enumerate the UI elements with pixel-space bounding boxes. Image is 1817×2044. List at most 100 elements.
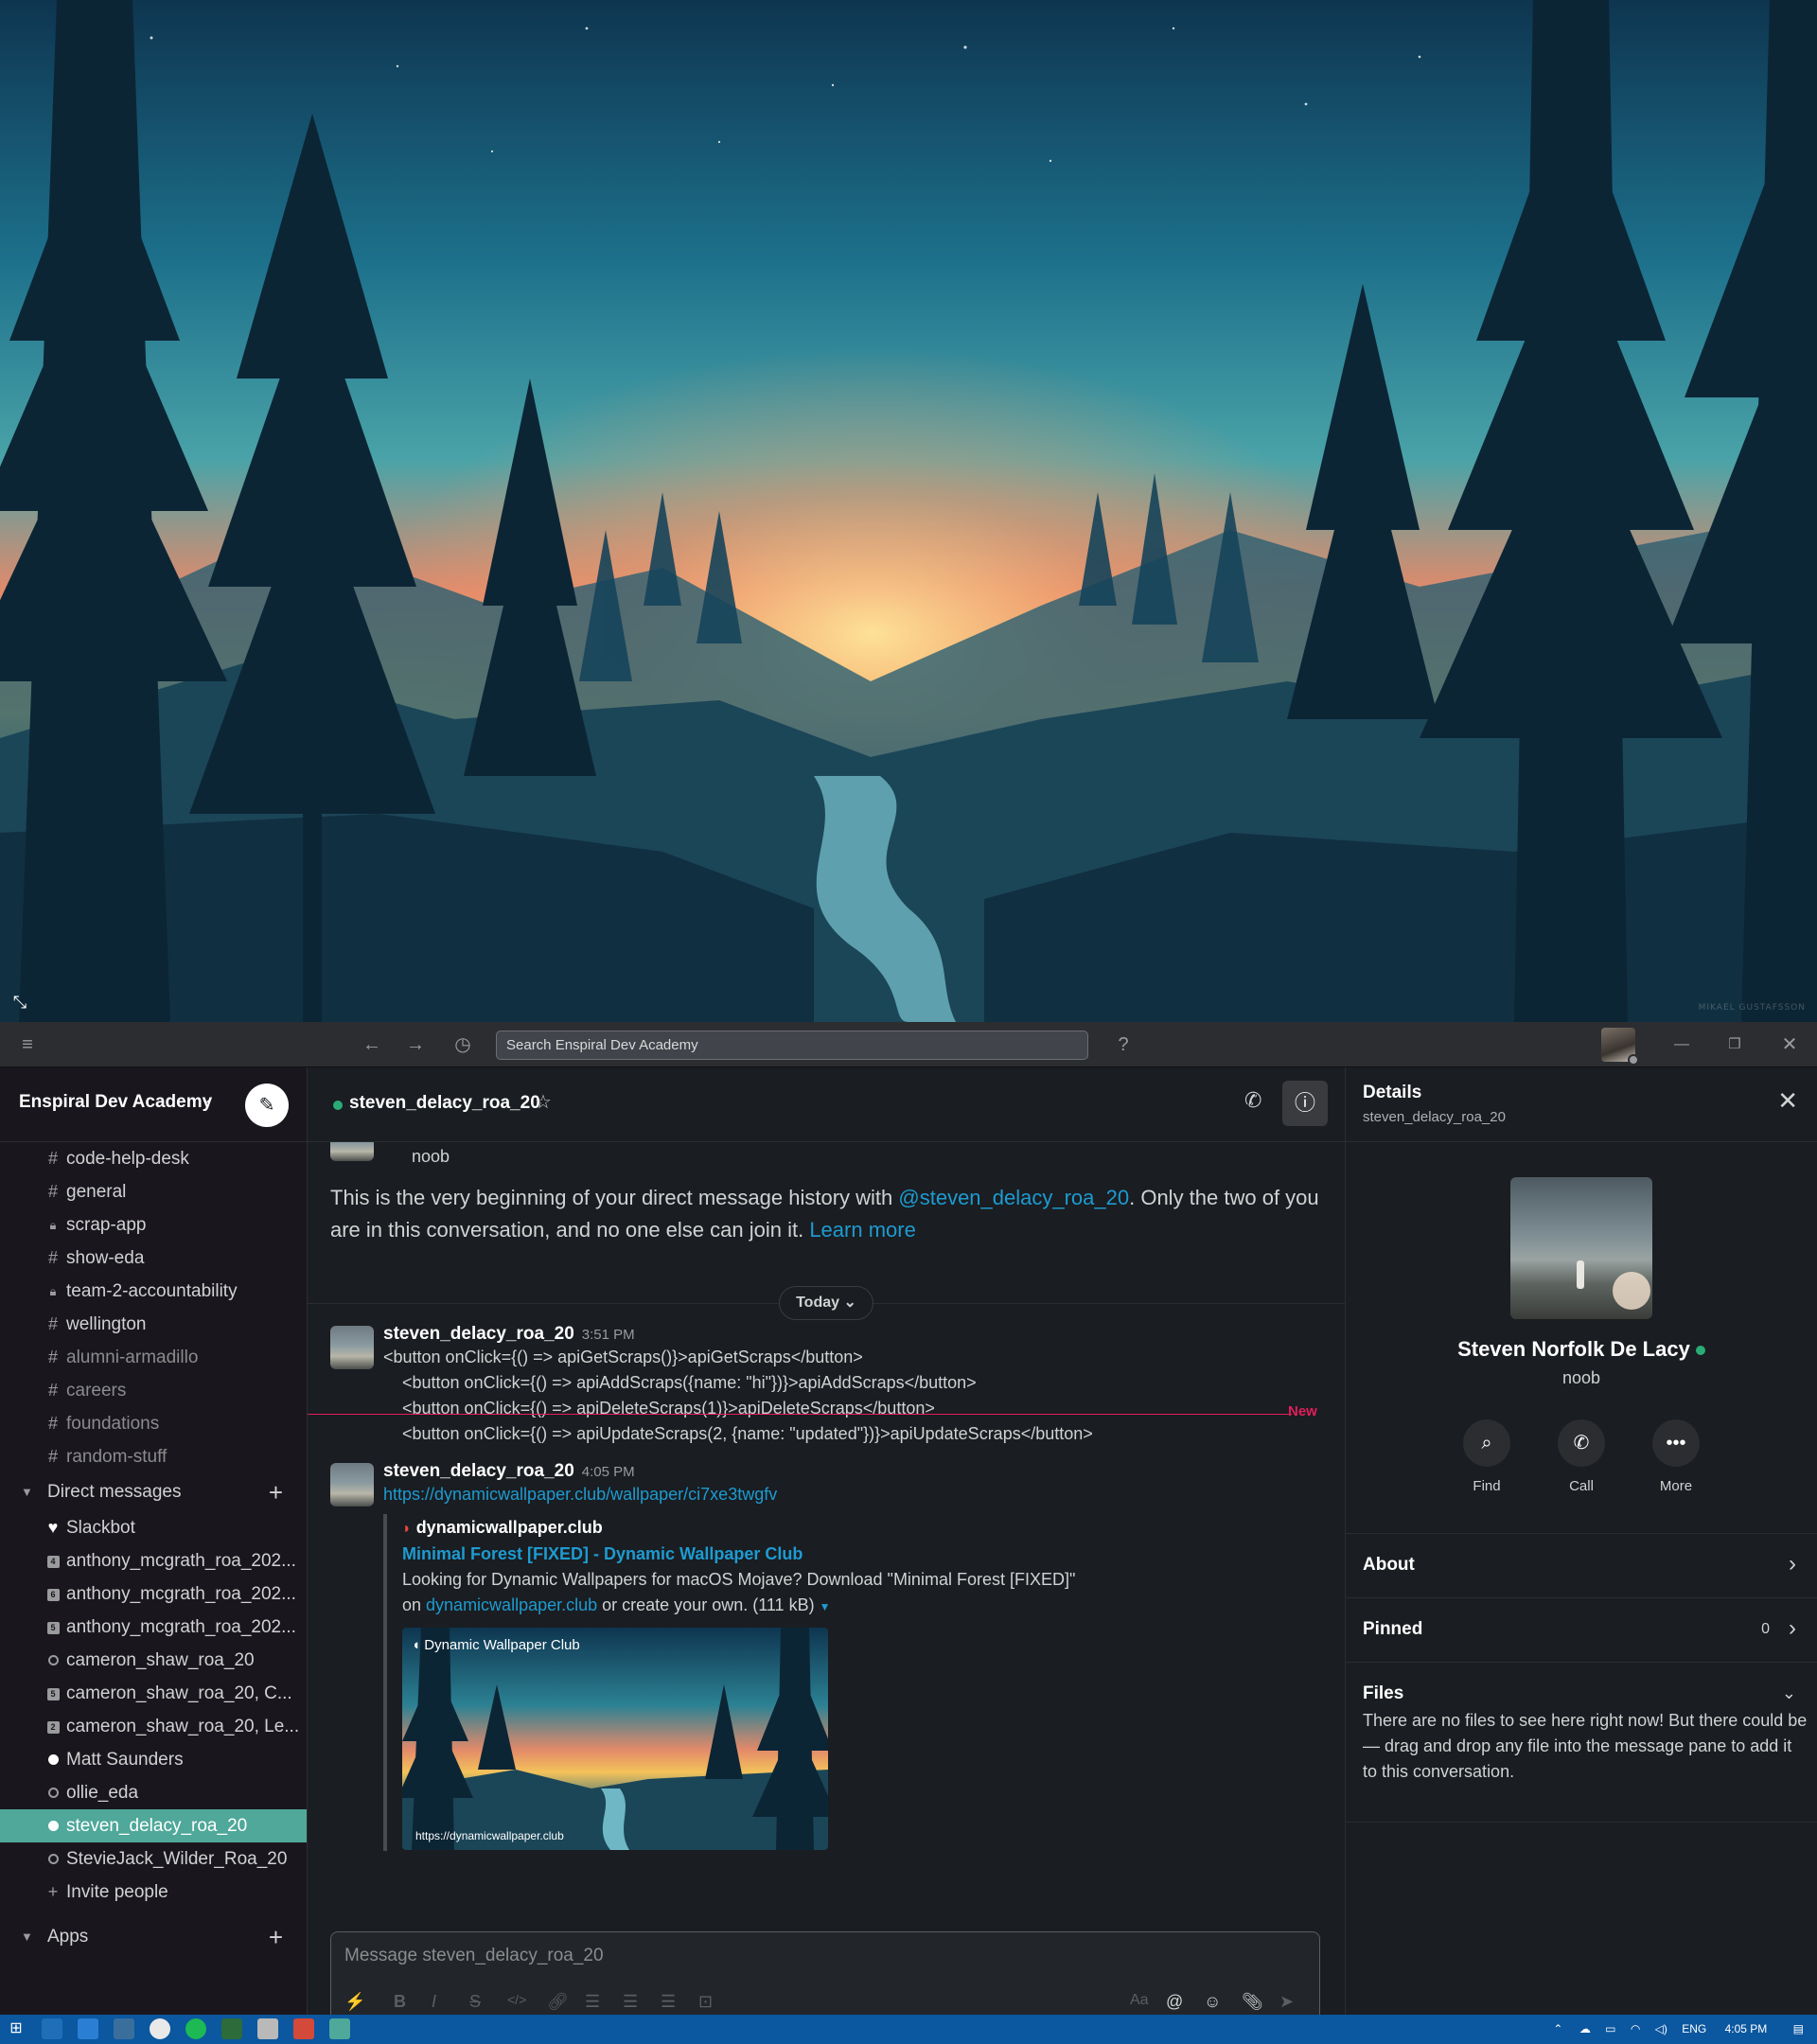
vscode-icon[interactable] (78, 2018, 98, 2039)
sidebar-item-dm[interactable]: StevieJack_Wilder_Roa_20 (0, 1842, 307, 1876)
formatting-icon[interactable]: Aa (1130, 1992, 1149, 2009)
sidebar-item-dm[interactable]: 2 cameron_shaw_roa_20, Le... (0, 1710, 307, 1743)
star-icon[interactable]: ☆ (535, 1090, 552, 1114)
unfurl-desc-link[interactable]: dynamicwallpaper.club (426, 1595, 597, 1614)
chevron-up-icon[interactable]: ⌃ (1553, 2022, 1562, 2035)
sidebar-item-dm[interactable]: steven_delacy_roa_20 (0, 1809, 307, 1842)
chrome-icon[interactable] (150, 2018, 170, 2039)
phone-icon[interactable]: ✆ (1244, 1088, 1261, 1113)
search-input[interactable]: Search Enspiral Dev Academy (496, 1031, 1088, 1060)
learn-more-link[interactable]: Learn more (809, 1218, 916, 1242)
minimize-icon[interactable]: — (1667, 1022, 1696, 1067)
unfurl-title[interactable]: Minimal Forest [FIXED] - Dynamic Wallpap… (402, 1542, 1084, 1567)
compose-button[interactable]: ✎ (245, 1084, 289, 1127)
message-input[interactable]: Message steven_delacy_roa_20 (344, 1946, 604, 1966)
chevron-down-icon[interactable]: ⌄ (201, 1091, 212, 1107)
message-author[interactable]: steven_delacy_roa_20 (383, 1324, 574, 1344)
workspace-header[interactable]: Enspiral Dev Academy ⌄ ✎ (0, 1067, 307, 1142)
files-section[interactable]: Files ⌄ There are no files to see here r… (1346, 1662, 1817, 1823)
help-icon[interactable]: ? (1109, 1022, 1138, 1067)
collapse-icon[interactable]: ⤡ (9, 992, 30, 1013)
caret-down-icon[interactable]: ▼ (820, 1600, 831, 1613)
user-mention[interactable]: @steven_delacy_roa_20 (898, 1186, 1129, 1209)
language-indicator[interactable]: ENG (1682, 2022, 1706, 2035)
about-row[interactable]: About › (1346, 1533, 1817, 1597)
sidebar-item-channel[interactable]: # code-help-desk (0, 1142, 307, 1175)
unfurl-image[interactable]: ◖ Dynamic Wallpaper Club https://dynamic… (402, 1628, 828, 1850)
sidebar-item-channel[interactable]: # careers (0, 1374, 307, 1407)
forward-icon[interactable]: → (401, 1022, 430, 1067)
ordered-list-icon[interactable]: ☰ (585, 1992, 600, 2012)
italic-icon[interactable]: I (432, 1992, 436, 2012)
back-icon[interactable]: ← (358, 1022, 386, 1067)
sidebar-item-dm[interactable]: cameron_shaw_roa_20 (0, 1644, 307, 1677)
sidebar-item-dm[interactable]: ♥ Slackbot (0, 1511, 307, 1544)
workspace-name[interactable]: Enspiral Dev Academy (19, 1092, 212, 1113)
sidebar-item-channel[interactable]: # random-stuff (0, 1440, 307, 1473)
link-icon[interactable]: 🔗︎ (547, 1992, 569, 2012)
message-time[interactable]: 3:51 PM (582, 1327, 635, 1343)
attachment-icon[interactable]: 📎︎ (1242, 1992, 1263, 2012)
sidebar-item-dm[interactable]: Matt Saunders (0, 1743, 307, 1776)
avatar[interactable] (330, 1463, 374, 1507)
sidebar-item-channel[interactable]: # foundations (0, 1407, 307, 1440)
app-icon[interactable] (114, 2018, 134, 2039)
add-dm-button[interactable]: + (269, 1473, 283, 1511)
code-block-icon[interactable]: ⊡ (698, 1992, 713, 2012)
apps-section-header[interactable]: ▼ Apps + (0, 1918, 307, 1956)
sidebar-item-dm[interactable]: ollie_eda (0, 1776, 307, 1809)
user-avatar[interactable] (1601, 1028, 1639, 1066)
windows-start-icon[interactable]: ⊞ (6, 2018, 26, 2039)
git-client-icon[interactable] (221, 2018, 242, 2039)
sidebar-item-channel[interactable]: 🔒︎ team-2-accountability (0, 1275, 307, 1308)
message-author[interactable]: steven_delacy_roa_20 (383, 1461, 574, 1481)
sidebar-item-channel[interactable]: # show-eda (0, 1242, 307, 1275)
sidebar-item-dm[interactable]: 4 anthony_mcgrath_roa_202... (0, 1544, 307, 1577)
shortcuts-icon[interactable]: ⚡ (344, 1992, 365, 2012)
invite-people-item[interactable]: + Invite people (0, 1876, 307, 1909)
app-icon[interactable] (293, 2018, 314, 2039)
sidebar-item-channel[interactable]: # general (0, 1175, 307, 1208)
bold-icon[interactable]: B (394, 1992, 406, 2012)
pinned-row[interactable]: Pinned 0 › (1346, 1597, 1817, 1662)
sidebar-item-channel[interactable]: 🔒︎ scrap-app (0, 1208, 307, 1242)
info-icon[interactable]: ⓘ (1282, 1081, 1328, 1126)
sidebar-item-dm[interactable]: 5 anthony_mcgrath_roa_202... (0, 1611, 307, 1644)
sidebar-item-dm[interactable]: 5 cameron_shaw_roa_20, C... (0, 1677, 307, 1710)
restore-icon[interactable]: ❐ (1720, 1022, 1749, 1067)
close-icon[interactable]: ✕ (1777, 1086, 1798, 1116)
slack-icon[interactable] (329, 2018, 350, 2039)
caret-down-icon[interactable]: ▼ (21, 1473, 33, 1511)
dm-section-header[interactable]: ▼ Direct messages + (0, 1473, 307, 1511)
message-link[interactable]: https://dynamicwallpaper.club/wallpaper/… (383, 1482, 1320, 1507)
sidebar-item-channel[interactable]: # wellington (0, 1308, 307, 1341)
history-icon[interactable]: ◷ (449, 1022, 477, 1067)
wifi-icon[interactable]: ◠ (1631, 2022, 1640, 2035)
add-app-button[interactable]: + (269, 1918, 283, 1956)
emoji-icon[interactable]: ☺ (1204, 1992, 1221, 2012)
channel-name[interactable]: steven_delacy_roa_20 (349, 1093, 540, 1114)
call-button[interactable]: ✆ Call (1544, 1419, 1619, 1494)
clock[interactable]: 4:05 PM (1725, 2022, 1768, 2035)
close-icon[interactable]: ✕ (1775, 1022, 1804, 1067)
cloud-icon[interactable]: ☁ (1579, 2022, 1591, 2035)
find-button[interactable]: ⌕ Find (1449, 1419, 1525, 1494)
hamburger-icon[interactable]: ≡ (13, 1022, 42, 1067)
bulleted-list-icon[interactable]: ☰ (623, 1992, 638, 2012)
message-time[interactable]: 4:05 PM (582, 1464, 635, 1480)
battery-icon[interactable]: ▭ (1605, 2022, 1615, 2035)
profile-photo[interactable] (1510, 1177, 1652, 1319)
more-button[interactable]: ••• More (1638, 1419, 1714, 1494)
blockquote-icon[interactable]: ☰ (661, 1992, 676, 2012)
avatar[interactable] (330, 1326, 374, 1369)
profile-name[interactable]: Steven Norfolk De Lacy (1346, 1337, 1817, 1362)
volume-icon[interactable]: ◁) (1655, 2022, 1667, 2035)
date-divider-button[interactable]: Today ⌄ (779, 1286, 873, 1320)
send-icon[interactable]: ➤ (1279, 1992, 1294, 2012)
chrome-icon[interactable] (42, 2018, 62, 2039)
strikethrough-icon[interactable]: S (469, 1992, 481, 2012)
sidebar-item-dm[interactable]: 6 anthony_mcgrath_roa_202... (0, 1577, 307, 1611)
database-icon[interactable] (257, 2018, 278, 2039)
mention-icon[interactable]: @ (1166, 1992, 1183, 2012)
code-icon[interactable]: </> (507, 1992, 526, 2007)
